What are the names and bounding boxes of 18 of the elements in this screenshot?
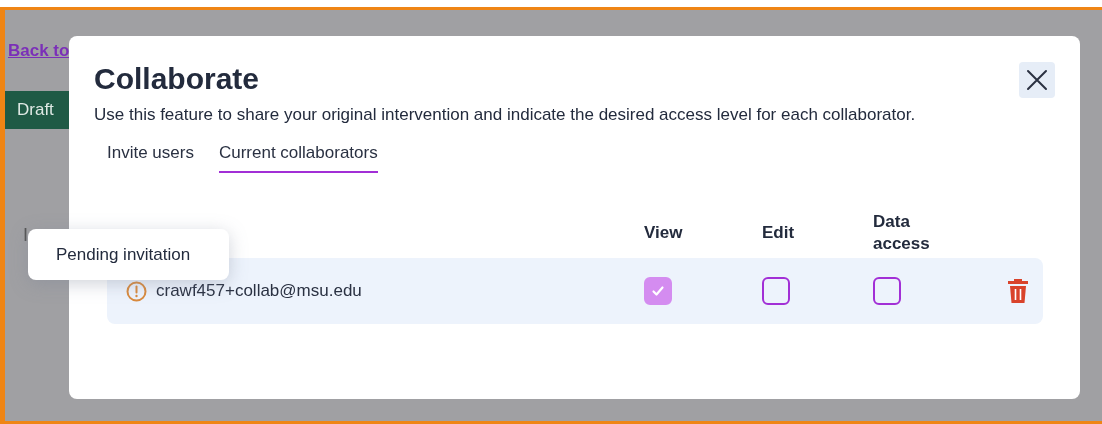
column-header: Edit xyxy=(762,222,796,244)
trash-icon[interactable] xyxy=(1007,278,1029,304)
partial-label: I xyxy=(23,225,28,246)
dialog-description: Use this feature to share your original intervention and indicate the desired access level for each collaborator. xyxy=(94,105,917,125)
tab[interactable]: Invite users xyxy=(107,143,194,173)
column-header: Data access xyxy=(873,211,931,255)
permission-checkbox[interactable] xyxy=(762,277,790,305)
close-icon xyxy=(1026,69,1048,91)
permission-checkbox[interactable] xyxy=(644,277,672,305)
collaborator-email: crawf457+collab@msu.edu xyxy=(156,281,362,301)
close-button[interactable] xyxy=(1019,62,1055,98)
permission-checkbox[interactable] xyxy=(873,277,901,305)
dialog-title: Collaborate xyxy=(94,62,260,96)
tab[interactable]: Current collaborators xyxy=(218,143,378,173)
check-icon xyxy=(650,283,666,299)
tooltip-text: Pending invitation xyxy=(56,244,191,265)
column-header: View xyxy=(644,222,684,244)
warning-icon[interactable] xyxy=(126,280,147,302)
